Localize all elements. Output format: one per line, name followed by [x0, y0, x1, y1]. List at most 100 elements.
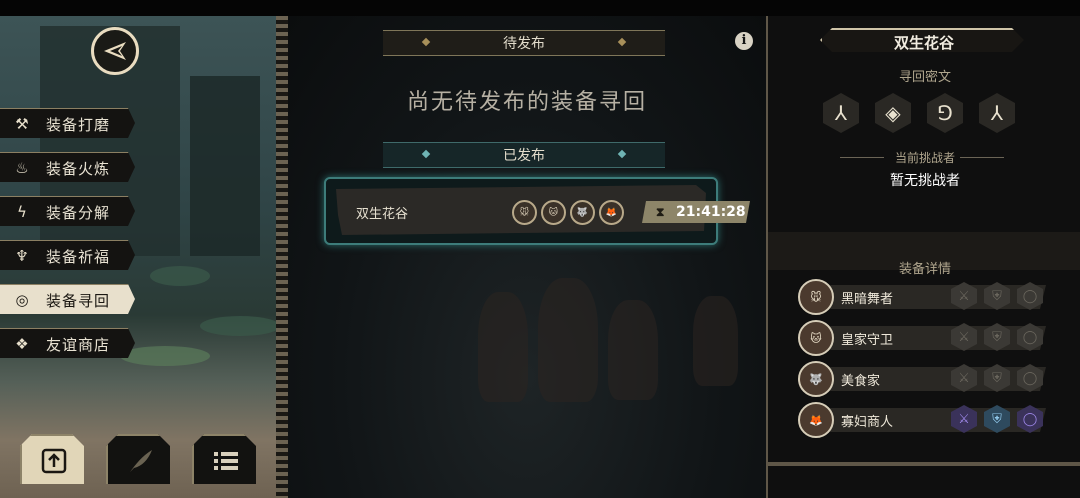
- hero-name: 黑暗舞者: [841, 292, 894, 307]
- side-menu: ⚒ 装备打磨 ♨ 装备火炼 ϟ 装备分解 ♆ 装备祈福 ◎ 装备寻回 ❖ 友谊商…: [0, 108, 140, 372]
- back-arrow-icon: [104, 42, 126, 60]
- scene-leaf: [150, 266, 210, 286]
- rune-icon: ◈: [875, 93, 911, 133]
- hero-avatar: 🦊: [798, 402, 834, 438]
- menu-item-polish[interactable]: ⚒ 装备打磨: [0, 108, 135, 138]
- countdown-timer: ⧗ 21:41:28: [642, 201, 750, 223]
- menu-item-friend-shop[interactable]: ❖ 友谊商店: [0, 328, 135, 358]
- background-character: [538, 278, 598, 402]
- ornament-diamond: [421, 37, 431, 47]
- countdown-value: 21:41:28: [676, 204, 746, 220]
- equipment-slots: ⚔ ⛨ ◯: [951, 323, 1043, 351]
- hero-row[interactable]: 🐭 黑暗舞者 ⚔ ⛨ ◯: [798, 279, 1050, 315]
- equipment-slots: ⚔ ⛨ ◯: [951, 405, 1043, 433]
- armor-slot-icon[interactable]: ⛨: [984, 282, 1010, 310]
- ring-slot-icon[interactable]: ◯: [1017, 405, 1043, 433]
- armor-slot-icon[interactable]: ⛨: [984, 364, 1010, 392]
- scene-wall: [190, 76, 260, 256]
- sword-slot-icon[interactable]: ⚔: [951, 405, 977, 433]
- fox-icon: ❖: [15, 335, 29, 353]
- sword-slot-icon[interactable]: ⚔: [951, 323, 977, 351]
- menu-item-label: 装备火炼: [46, 159, 111, 178]
- menu-item-label: 装备打磨: [46, 115, 111, 134]
- top-bar: [0, 0, 1080, 16]
- hourglass-icon: ⧗: [656, 205, 665, 219]
- hero-name: 皇家守卫: [841, 333, 894, 348]
- detail-title: 双生花谷: [893, 33, 954, 52]
- ornament-diamond: [617, 37, 627, 47]
- hero-row[interactable]: 🦊 寡妇商人 ⚔ ⛨ ◯: [798, 402, 1050, 438]
- ornament-diamond: [617, 149, 627, 159]
- armor-slot-icon[interactable]: ⛨: [984, 323, 1010, 351]
- panel-divider: [276, 16, 288, 498]
- lightning-icon: ϟ: [17, 203, 27, 221]
- hero-name: 寡妇商人: [841, 415, 894, 430]
- flame-icon: ♨: [15, 159, 29, 177]
- hero-avatar: 🐱: [798, 320, 834, 356]
- hammer-icon: ⚒: [15, 115, 29, 133]
- bottom-tab-bar: [20, 434, 260, 488]
- spiral-icon: ◎: [15, 291, 29, 309]
- rune-icon: ⅄: [823, 93, 859, 133]
- info-icon[interactable]: i: [735, 32, 753, 50]
- pending-header: 待发布: [383, 30, 665, 56]
- menu-item-refine[interactable]: ♨ 装备火炼: [0, 152, 135, 182]
- scene-leaf: [200, 316, 276, 336]
- background-character: [608, 300, 658, 400]
- published-entry-card[interactable]: 双生花谷 🐭 🐱 🐺 🦊 ⧗ 21:41:28: [324, 177, 750, 245]
- ring-slot-icon[interactable]: ◯: [1017, 323, 1043, 351]
- menu-item-label: 装备分解: [46, 203, 111, 222]
- details-label: 装备详情: [898, 262, 951, 277]
- ornament-diamond: [421, 149, 431, 159]
- ring-slot-icon[interactable]: ◯: [1017, 282, 1043, 310]
- secret-runes: ⅄ ◈ ⅁ ⅄: [823, 93, 1015, 133]
- panel-bottom-trim: [768, 462, 1080, 498]
- rune-icon: ⅁: [927, 93, 963, 133]
- secret-label: 寻回密文: [898, 70, 951, 85]
- menu-item-bless[interactable]: ♆ 装备祈福: [0, 240, 135, 270]
- list-tab-button[interactable]: [192, 434, 256, 484]
- menu-item-retrieve[interactable]: ◎ 装备寻回: [0, 284, 135, 314]
- equipment-slots: ⚔ ⛨ ◯: [951, 282, 1043, 310]
- hero-row[interactable]: 🐺 美食家 ⚔ ⛨ ◯: [798, 361, 1050, 397]
- challenger-value: 暂无挑战者: [890, 173, 960, 189]
- center-panel: 待发布 i 尚无待发布的装备寻回 已发布 双生花谷 🐭 🐱 🐺 🦊 ⧗ 21:4…: [288, 16, 766, 498]
- sword-slot-icon[interactable]: ⚔: [951, 282, 977, 310]
- equipment-slots: ⚔ ⛨ ◯: [951, 364, 1043, 392]
- hero-portrait-icon: 🐱: [541, 200, 566, 225]
- armor-slot-icon[interactable]: ⛨: [984, 405, 1010, 433]
- published-entry-heroes: 🐭 🐱 🐺 🦊: [512, 200, 624, 225]
- sword-slot-icon[interactable]: ⚔: [951, 364, 977, 392]
- published-entry-name: 双生花谷: [356, 207, 409, 222]
- candles-icon: ♆: [15, 247, 29, 265]
- ring-slot-icon[interactable]: ◯: [1017, 364, 1043, 392]
- hero-avatar: 🐺: [798, 361, 834, 397]
- menu-item-label: 装备祈福: [46, 247, 111, 266]
- pending-empty-message: 尚无待发布的装备寻回: [406, 90, 647, 115]
- hero-portrait-icon: 🐺: [570, 200, 595, 225]
- published-header-label: 已发布: [503, 148, 545, 164]
- hero-portrait-icon: 🐭: [512, 200, 537, 225]
- hero-name: 美食家: [841, 374, 881, 389]
- published-header: 已发布: [383, 142, 665, 168]
- menu-item-label: 装备寻回: [46, 291, 111, 310]
- hero-avatar: 🐭: [798, 279, 834, 315]
- pending-header-label: 待发布: [503, 36, 545, 52]
- background-character: [478, 292, 528, 402]
- upload-tab-button[interactable]: [20, 434, 84, 484]
- menu-item-decompose[interactable]: ϟ 装备分解: [0, 196, 135, 226]
- rune-icon: ⅄: [979, 93, 1015, 133]
- quill-tab-button[interactable]: [106, 434, 170, 484]
- menu-item-label: 友谊商店: [46, 335, 111, 354]
- hero-equipment-list: 🐭 黑暗舞者 ⚔ ⛨ ◯ 🐱 皇家守卫 ⚔ ⛨ ◯ 🐺 美食家 ⚔ ⛨ ◯ 🦊 …: [798, 279, 1050, 443]
- hero-row[interactable]: 🐱 皇家守卫 ⚔ ⛨ ◯: [798, 320, 1050, 356]
- back-button[interactable]: [91, 27, 139, 75]
- list-icon: [214, 452, 238, 470]
- detail-panel: 双生花谷 寻回密文 ⅄ ◈ ⅁ ⅄ 当前挑战者 暂无挑战者 装备详情 🐭 黑暗舞…: [766, 16, 1080, 498]
- challenger-label: 当前挑战者: [768, 149, 1080, 166]
- hero-portrait-icon: 🦊: [599, 200, 624, 225]
- upload-icon: [41, 448, 67, 474]
- background-character: [693, 296, 738, 386]
- detail-title-banner: 双生花谷: [820, 28, 1024, 52]
- feather-icon: [130, 450, 152, 472]
